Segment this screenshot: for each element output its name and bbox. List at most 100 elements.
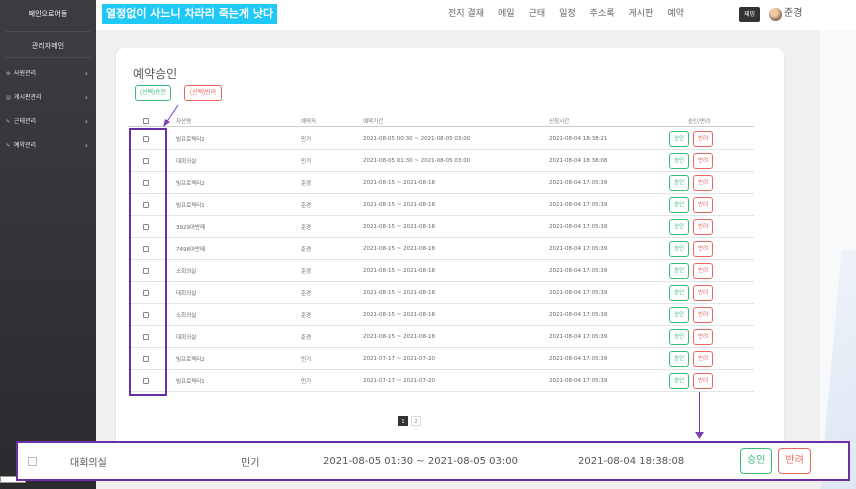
table-row: 빔프로젝터2 민기 2021-07-17 ~ 2021-07-20 2021-08-0… [128, 348, 754, 370]
approve-selected-button[interactable]: (선택)승인 [135, 85, 172, 101]
nav-reservation[interactable]: 예약 [667, 6, 684, 22]
cell-period: 2021-08-05 01:30 ~ 2021-08-05 03:00 [363, 157, 471, 164]
reject-button[interactable]: 반려 [693, 174, 714, 191]
nav-approval[interactable]: 전지 결재 [448, 6, 484, 22]
cell-room: 빔프로젝터1 [176, 202, 205, 209]
avatar[interactable] [769, 8, 782, 21]
reject-button[interactable]: 반려 [693, 152, 714, 169]
cell-requested: 2021-08-04 17:05:39 [549, 245, 608, 252]
cell-requested: 2021-08-04 17:05:39 [549, 333, 608, 340]
cell-period: 2021-08-15 ~ 2021-08-18 [363, 201, 436, 208]
approve-button[interactable]: 승인 [669, 130, 690, 147]
table-row: 빔프로젝터2 준경 2021-08-15 ~ 2021-08-18 2021-08-0… [128, 172, 754, 194]
table-row: 대회의실 준경 2021-08-15 ~ 2021-08-18 2021-08-04 … [128, 326, 754, 348]
cell-requested: 2021-08-04 17:05:39 [549, 311, 608, 318]
approve-button[interactable]: 승인 [669, 372, 690, 389]
zoom-requested: 2021-08-04 18:38:08 [578, 455, 685, 467]
approve-button[interactable]: 승인 [669, 262, 690, 279]
reject-button[interactable]: 반려 [693, 328, 714, 345]
cell-period: 2021-08-15 ~ 2021-08-18 [363, 223, 436, 230]
sidebar-role: 관리자메인 [31, 42, 65, 50]
cell-user: 민기 [301, 136, 312, 143]
sidebar-brand[interactable]: 페인으로어동 [0, 0, 96, 29]
nav-attendance[interactable]: 근태 [529, 6, 546, 22]
cell-user: 민기 [301, 158, 312, 165]
divider [6, 31, 90, 32]
arrow-down-icon [695, 432, 704, 439]
user-badge[interactable]: 재밍 [739, 7, 761, 22]
reject-button[interactable]: 반려 [693, 130, 714, 147]
cell-user: 준경 [301, 268, 312, 275]
approve-button[interactable]: 승인 [740, 448, 773, 474]
reject-button[interactable]: 반려 [693, 350, 714, 367]
cell-user: 준경 [301, 180, 312, 187]
cell-requested: 2021-08-04 17:05:39 [549, 201, 608, 208]
column-header-user: 예약자 [301, 119, 317, 125]
cell-requested: 2021-08-04 18:38:08 [549, 157, 608, 164]
approve-button[interactable]: 승인 [669, 218, 690, 235]
reject-button[interactable]: 반려 [693, 262, 714, 279]
reject-selected-button[interactable]: (선택)반려 [184, 85, 223, 101]
cell-requested: 2021-08-04 17:05:39 [549, 289, 608, 296]
select-all-checkbox[interactable] [143, 118, 149, 124]
sidebar: 페인으로어동 관리자메인 ⚙ 사원관리 › ▤ 게시판관리 › ✎ 근태관리 ›… [0, 0, 96, 489]
reject-button[interactable]: 반려 [693, 372, 714, 389]
cell-user: 준경 [301, 202, 312, 209]
edit-icon: ✎ [6, 143, 11, 149]
table-row: 대회의실 민기 2021-08-05 01:30 ~ 2021-08-05 03:0… [128, 150, 754, 172]
table-header: 자산명 예약자 예약기간 신청시간 승인/반려 [128, 115, 754, 127]
column-header-action: 승인/반려 [688, 119, 711, 125]
nav-schedule[interactable]: 일정 [559, 6, 576, 22]
cell-user: 민기 [301, 378, 312, 385]
zoom-room: 대회의실 [70, 457, 107, 469]
table-row: 소회의실 준경 2021-08-15 ~ 2021-08-18 2021-08-04 … [128, 260, 754, 282]
cell-room: 3929아반떼 [176, 224, 206, 231]
sidebar-item-attendance[interactable]: ✎ 근태관리 › [0, 110, 96, 134]
approve-button[interactable]: 승인 [669, 306, 690, 323]
zoomed-row: 대회의실 민기 2021-08-05 01:30 ~ 2021-08-05 03… [16, 441, 850, 481]
cell-requested: 2021-08-04 17:05:39 [549, 355, 608, 362]
reject-button[interactable]: 반려 [693, 196, 714, 213]
sidebar-item-employee[interactable]: ⚙ 사원관리 › [0, 62, 96, 86]
zoom-user: 민기 [241, 457, 260, 469]
background-decoration [820, 30, 856, 489]
reject-button[interactable]: 반려 [778, 448, 811, 474]
approve-button[interactable]: 승인 [669, 174, 690, 191]
page-title: 예약승인 [133, 67, 178, 81]
approve-button[interactable]: 승인 [669, 152, 690, 169]
board-icon: ▤ [6, 95, 11, 101]
cell-room: 소회의실 [176, 268, 197, 275]
table-row: 빔프로젝터1 준경 2021-08-15 ~ 2021-08-18 2021-08-0… [128, 194, 754, 216]
sidebar-item-label: 예약관리 [13, 142, 37, 149]
nav-mail[interactable]: 메일 [498, 6, 515, 22]
reject-button[interactable]: 반려 [693, 306, 714, 323]
nav-board[interactable]: 게시판 [629, 6, 654, 22]
table-row: 7498아반떼 준경 2021-08-15 ~ 2021-08-18 2021-08-… [128, 238, 754, 260]
nav-addressbook[interactable]: 주소록 [590, 6, 615, 22]
reject-button[interactable]: 반려 [693, 284, 714, 301]
cell-user: 준경 [301, 312, 312, 319]
reject-button[interactable]: 반려 [693, 218, 714, 235]
approve-button[interactable]: 승인 [669, 196, 690, 213]
sidebar-item-label: 게시판관리 [13, 94, 42, 101]
approve-button[interactable]: 승인 [669, 350, 690, 367]
reject-button[interactable]: 반려 [693, 240, 714, 257]
cell-requested: 2021-08-04 18:38:21 [549, 135, 608, 142]
page-button[interactable]: 1 [398, 416, 408, 426]
motto-banner: 열정없이 사느니 차라리 죽는게 낫다 [102, 4, 278, 24]
chevron-right-icon: › [84, 117, 88, 126]
approve-button[interactable]: 승인 [669, 240, 690, 257]
user-name[interactable]: 준경 [784, 6, 802, 22]
sidebar-item-reservation[interactable]: ✎ 예약관리 › [0, 134, 96, 158]
approve-button[interactable]: 승인 [669, 284, 690, 301]
row-checkbox[interactable] [28, 456, 37, 466]
sidebar-item-board[interactable]: ▤ 게시판관리 › [0, 86, 96, 110]
cell-room: 소회의실 [176, 312, 197, 319]
approve-button[interactable]: 승인 [669, 328, 690, 345]
checkbox-column-highlight [129, 128, 167, 396]
cell-period: 2021-08-15 ~ 2021-08-18 [363, 267, 436, 274]
arrow-icon [163, 104, 179, 127]
pagination: 1 2 [398, 416, 421, 426]
page-button[interactable]: 2 [411, 416, 421, 426]
column-header-requested: 신청시간 [549, 119, 570, 125]
